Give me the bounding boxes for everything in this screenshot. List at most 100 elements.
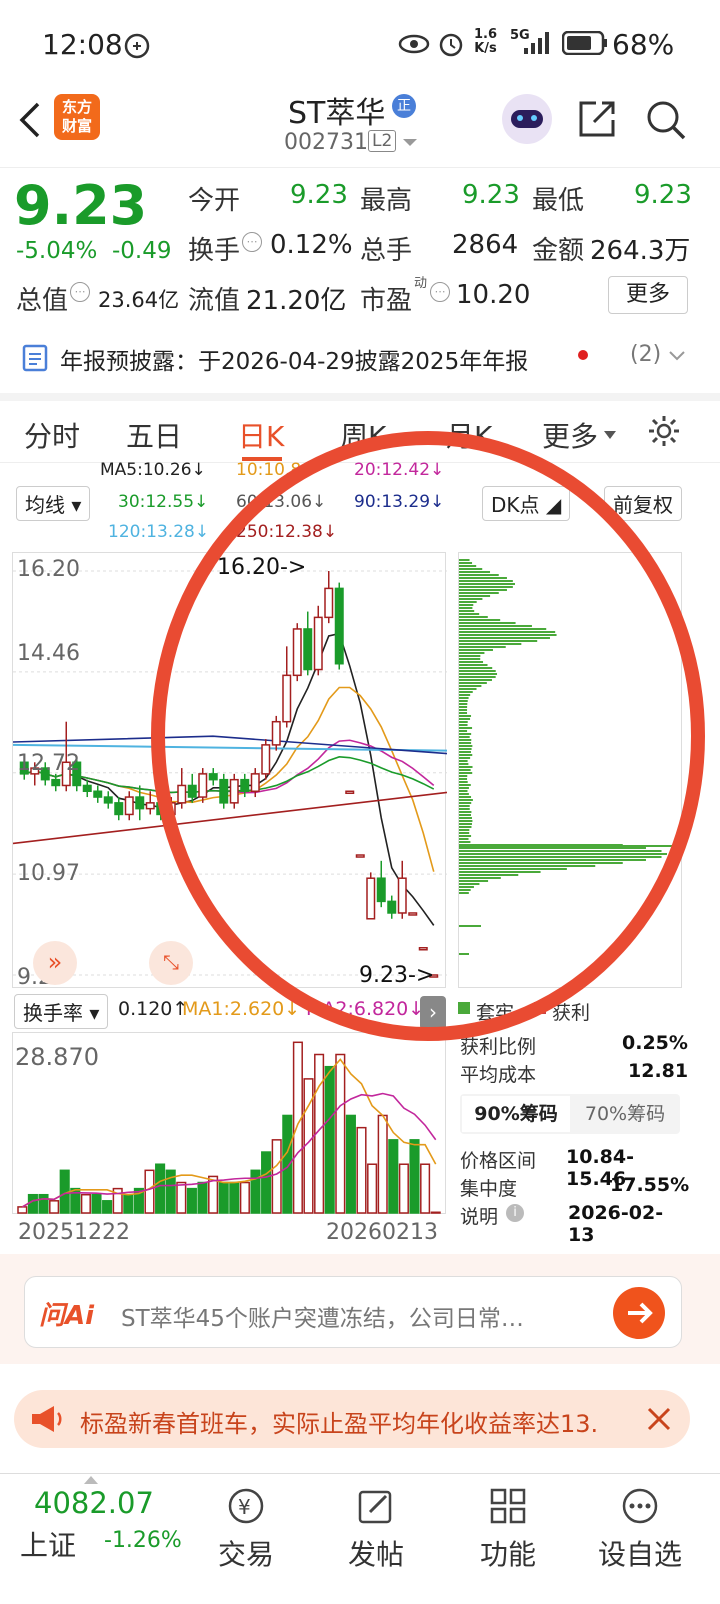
- ai-prompt: ST萃华45个账户突遭冻结，公司日常…: [121, 1299, 601, 1333]
- status-bar: 12:08 1.6 K/s 5G 68%: [0, 0, 720, 88]
- nav-functions[interactable]: 功能: [448, 1486, 568, 1573]
- chip-bar: [459, 778, 467, 780]
- tab-five-day[interactable]: 五日: [126, 415, 182, 455]
- chip-bar: [459, 625, 532, 627]
- chip-bar: [459, 880, 488, 882]
- info-icon[interactable]: ⋯: [430, 282, 450, 302]
- nav-post[interactable]: 发帖: [316, 1486, 436, 1573]
- chip-bar: [459, 631, 555, 633]
- candle: [189, 785, 197, 797]
- share-icon[interactable]: [576, 98, 618, 140]
- float-label: 流值: [188, 280, 240, 317]
- chip-bar: [459, 664, 488, 666]
- chip-bar: [459, 865, 595, 867]
- amount-value: 264.3万: [590, 230, 690, 267]
- chip-bar: [459, 712, 467, 714]
- tab-more[interactable]: 更多: [542, 415, 598, 455]
- chip-bar: [459, 607, 472, 609]
- chip-bar: [459, 694, 470, 696]
- dk-point-button[interactable]: DK点 ◢: [482, 486, 570, 521]
- y-label-4: 10.97: [17, 861, 80, 886]
- info-icon[interactable]: ⋯: [70, 282, 90, 302]
- tab-weekly-k[interactable]: 周K: [340, 415, 386, 455]
- fast-forward-icon[interactable]: »: [33, 941, 77, 985]
- expand-icon[interactable]: ⤡: [149, 941, 193, 985]
- turnover-bar: [198, 1183, 207, 1213]
- chip-bar: [459, 721, 468, 723]
- chip-bar: [459, 883, 479, 885]
- robot-assistant-icon[interactable]: [502, 94, 552, 144]
- trade-icon: ¥: [224, 1486, 268, 1526]
- index-ticker[interactable]: 4082.07 上证 -1.26%: [0, 1474, 200, 1604]
- chip-bar: [459, 604, 473, 606]
- search-icon[interactable]: [644, 98, 688, 142]
- notice-bar[interactable]: 年报预披露：于2026-04-29披露2025年年报 (2): [0, 330, 720, 386]
- ma-selector[interactable]: 均线 ▾: [16, 486, 90, 521]
- chip-bar: [459, 835, 471, 837]
- high-label: 最高: [360, 180, 412, 217]
- chip-bar: [459, 925, 481, 927]
- chip-bar: [459, 661, 483, 663]
- change-pct: -5.04%: [16, 238, 97, 264]
- chip-bar: [459, 790, 468, 792]
- promo-banner[interactable]: 标盈新春首班车，实际止盈平均年化收益率达13.: [14, 1390, 690, 1448]
- candle: [420, 948, 428, 950]
- date-start: 20251222: [18, 1220, 130, 1245]
- tab-monthly-k[interactable]: 月K: [446, 415, 492, 455]
- candle: [115, 803, 123, 815]
- ma250: 250:12.38↓: [236, 522, 337, 542]
- candle: [304, 629, 312, 670]
- tab-70-chip[interactable]: 70%筹码: [572, 1096, 678, 1132]
- chip-bar: [459, 601, 477, 603]
- pe-sup: 动: [414, 272, 427, 291]
- kline-chart[interactable]: 16.20 14.46 12.72 10.97 9.23 16.20-> 9.2…: [12, 552, 446, 988]
- nav-add-watchlist[interactable]: 设自选: [580, 1486, 700, 1573]
- info-icon[interactable]: i: [506, 1204, 524, 1222]
- mcap-label: 总值: [16, 280, 68, 317]
- arrow-right-icon[interactable]: [613, 1287, 665, 1339]
- chip-bar: [459, 640, 537, 642]
- turnover-chart[interactable]: 28.870: [12, 1032, 446, 1214]
- candle: [52, 780, 60, 786]
- level-badge[interactable]: L2: [368, 130, 396, 152]
- chip-bar: [459, 688, 477, 690]
- chip-bar: [459, 862, 623, 864]
- settings-icon[interactable]: [646, 413, 682, 449]
- candle: [126, 797, 134, 814]
- chip-bar: [459, 769, 471, 771]
- app-logo[interactable]: 东方 财富: [54, 94, 100, 140]
- turnover-bar: [219, 1183, 228, 1213]
- avg-cost-value: 12.81: [628, 1060, 688, 1082]
- turnover-bar: [188, 1189, 197, 1213]
- chip-bar: [459, 685, 481, 687]
- adjust-button[interactable]: 前复权: [604, 486, 682, 521]
- ai-query-box[interactable]: 问Ai ST萃华45个账户突遭冻结，公司日常…: [24, 1276, 682, 1348]
- battery-level: 68%: [612, 28, 674, 61]
- legend-trapped: 套牢: [476, 998, 514, 1025]
- turnover-bar: [347, 1115, 356, 1213]
- close-icon[interactable]: [646, 1406, 672, 1432]
- chevron-down-icon[interactable]: [402, 138, 418, 148]
- tab-intraday[interactable]: 分时: [24, 415, 80, 455]
- info-icon[interactable]: ⋯: [242, 232, 262, 252]
- tab-90-chip[interactable]: 90%筹码: [462, 1096, 570, 1132]
- nav-trade[interactable]: ¥ 交易: [186, 1486, 306, 1573]
- profit-ratio-value: 0.25%: [622, 1032, 688, 1054]
- indicator-selector[interactable]: 换手率 ▾: [14, 994, 108, 1029]
- chip-distribution[interactable]: [458, 552, 682, 988]
- more-button[interactable]: 更多: [608, 276, 688, 314]
- ma60: 60:13.06↓: [236, 492, 326, 512]
- tab-daily-k[interactable]: 日K: [238, 415, 284, 455]
- period-tabs: 分时 五日 日K 周K 月K 更多: [0, 393, 720, 463]
- chip-bar: [459, 823, 472, 825]
- turnover-bar: [357, 1128, 366, 1213]
- candle: [294, 629, 302, 675]
- turnover-bar: [325, 1067, 334, 1213]
- open-label: 今开: [188, 180, 240, 217]
- back-icon[interactable]: [16, 100, 44, 140]
- chevron-right-icon[interactable]: ›: [420, 996, 446, 1030]
- candle: [378, 878, 386, 901]
- chevron-down-icon[interactable]: [668, 350, 686, 362]
- stock-name: ST萃华: [288, 88, 385, 132]
- turnover-current: 0.120↑: [118, 998, 188, 1020]
